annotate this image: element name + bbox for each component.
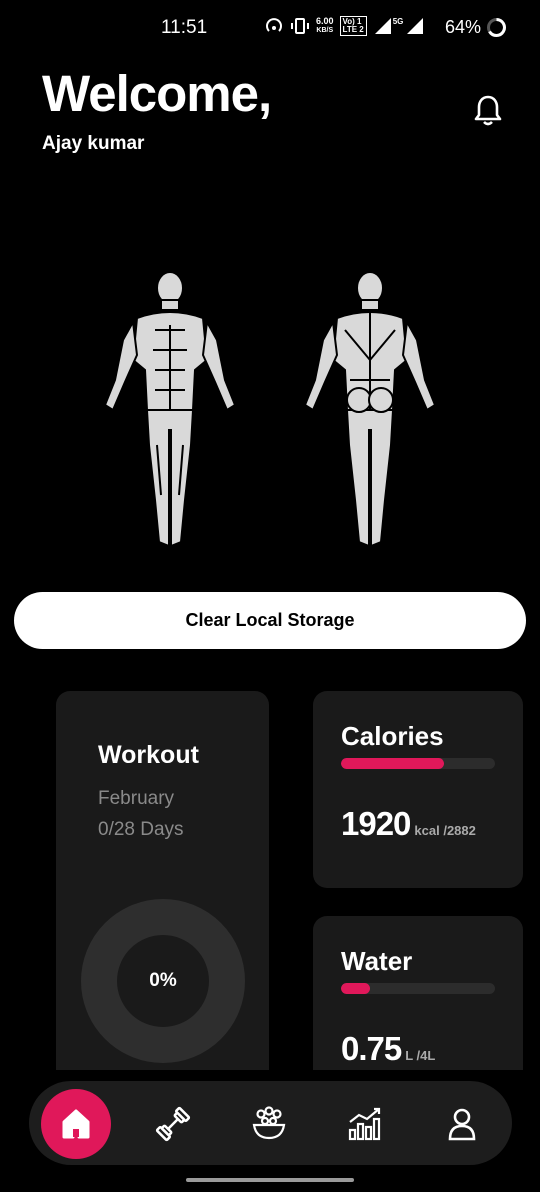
bottom-navigation xyxy=(29,1081,512,1165)
calories-card[interactable]: Calories 1920 kcal /2882 xyxy=(313,691,523,888)
workout-month: February xyxy=(98,788,175,809)
net-speed: 6.00 KB/S xyxy=(316,17,334,35)
username: Ajay kumar xyxy=(42,133,145,154)
food-bowl-icon xyxy=(252,1106,286,1140)
bell-icon[interactable] xyxy=(470,92,506,128)
battery-ring-icon xyxy=(487,18,506,37)
status-icons: 6.00 KB/S Vo) 1 LTE 2 5G xyxy=(264,16,425,36)
status-bar: 11:51 6.00 KB/S Vo) 1 LTE 2 5G 64% xyxy=(0,0,540,56)
nav-home-button[interactable] xyxy=(41,1089,111,1159)
battery-percent: 64% xyxy=(445,17,482,37)
water-card[interactable]: Water 0.75 L /4L xyxy=(313,916,523,1091)
hotspot-icon xyxy=(266,18,282,32)
vibrate-icon xyxy=(291,18,309,34)
profile-icon xyxy=(448,1108,476,1141)
clear-local-storage-button[interactable]: Clear Local Storage xyxy=(14,592,526,649)
nav-workout-button[interactable] xyxy=(138,1089,208,1159)
net-speed-value: 6.00 xyxy=(316,16,334,26)
workout-progress-label: 0% xyxy=(149,970,177,991)
status-time: 11:51 xyxy=(161,17,208,38)
water-progress-fill xyxy=(341,983,371,994)
welcome-heading: Welcome, xyxy=(42,65,272,122)
workout-title: Workout xyxy=(98,741,199,769)
nav-food-button[interactable] xyxy=(234,1089,304,1159)
dumbbell-icon xyxy=(155,1106,191,1142)
calories-unit: kcal /2882 xyxy=(414,823,476,838)
water-value-row: 0.75 L /4L xyxy=(341,1030,435,1068)
signal-icon xyxy=(374,18,391,34)
body-front-figure[interactable] xyxy=(103,271,237,548)
stats-chart-icon xyxy=(348,1107,381,1141)
water-title: Water xyxy=(341,946,413,976)
body-muscle-illustration[interactable] xyxy=(95,270,445,555)
calories-progress-bar xyxy=(341,758,495,769)
workout-days: 0/28 Days xyxy=(98,819,184,840)
nav-profile-button[interactable] xyxy=(427,1089,497,1159)
volte-bottom: LTE 2 xyxy=(342,25,364,34)
gesture-home-indicator[interactable] xyxy=(186,1178,354,1182)
calories-value-row: 1920 kcal /2882 xyxy=(341,805,476,843)
workout-card[interactable]: Workout February 0/28 Days 0% xyxy=(56,691,269,1091)
water-progress-bar xyxy=(341,983,495,994)
calories-value: 1920 xyxy=(341,805,411,842)
water-value: 0.75 xyxy=(341,1030,402,1067)
home-icon xyxy=(62,1109,90,1139)
calories-progress-fill xyxy=(341,758,445,769)
volte-badge: Vo) 1 LTE 2 xyxy=(339,16,367,36)
nav-stats-button[interactable] xyxy=(330,1089,400,1159)
calories-title: Calories xyxy=(341,721,444,751)
body-back-figure[interactable] xyxy=(303,271,437,548)
net-speed-unit: KB/S xyxy=(316,27,334,34)
water-unit: L /4L xyxy=(405,1048,436,1063)
signal-5g-icon xyxy=(407,18,424,34)
signal-5g-label: 5G xyxy=(392,16,404,26)
